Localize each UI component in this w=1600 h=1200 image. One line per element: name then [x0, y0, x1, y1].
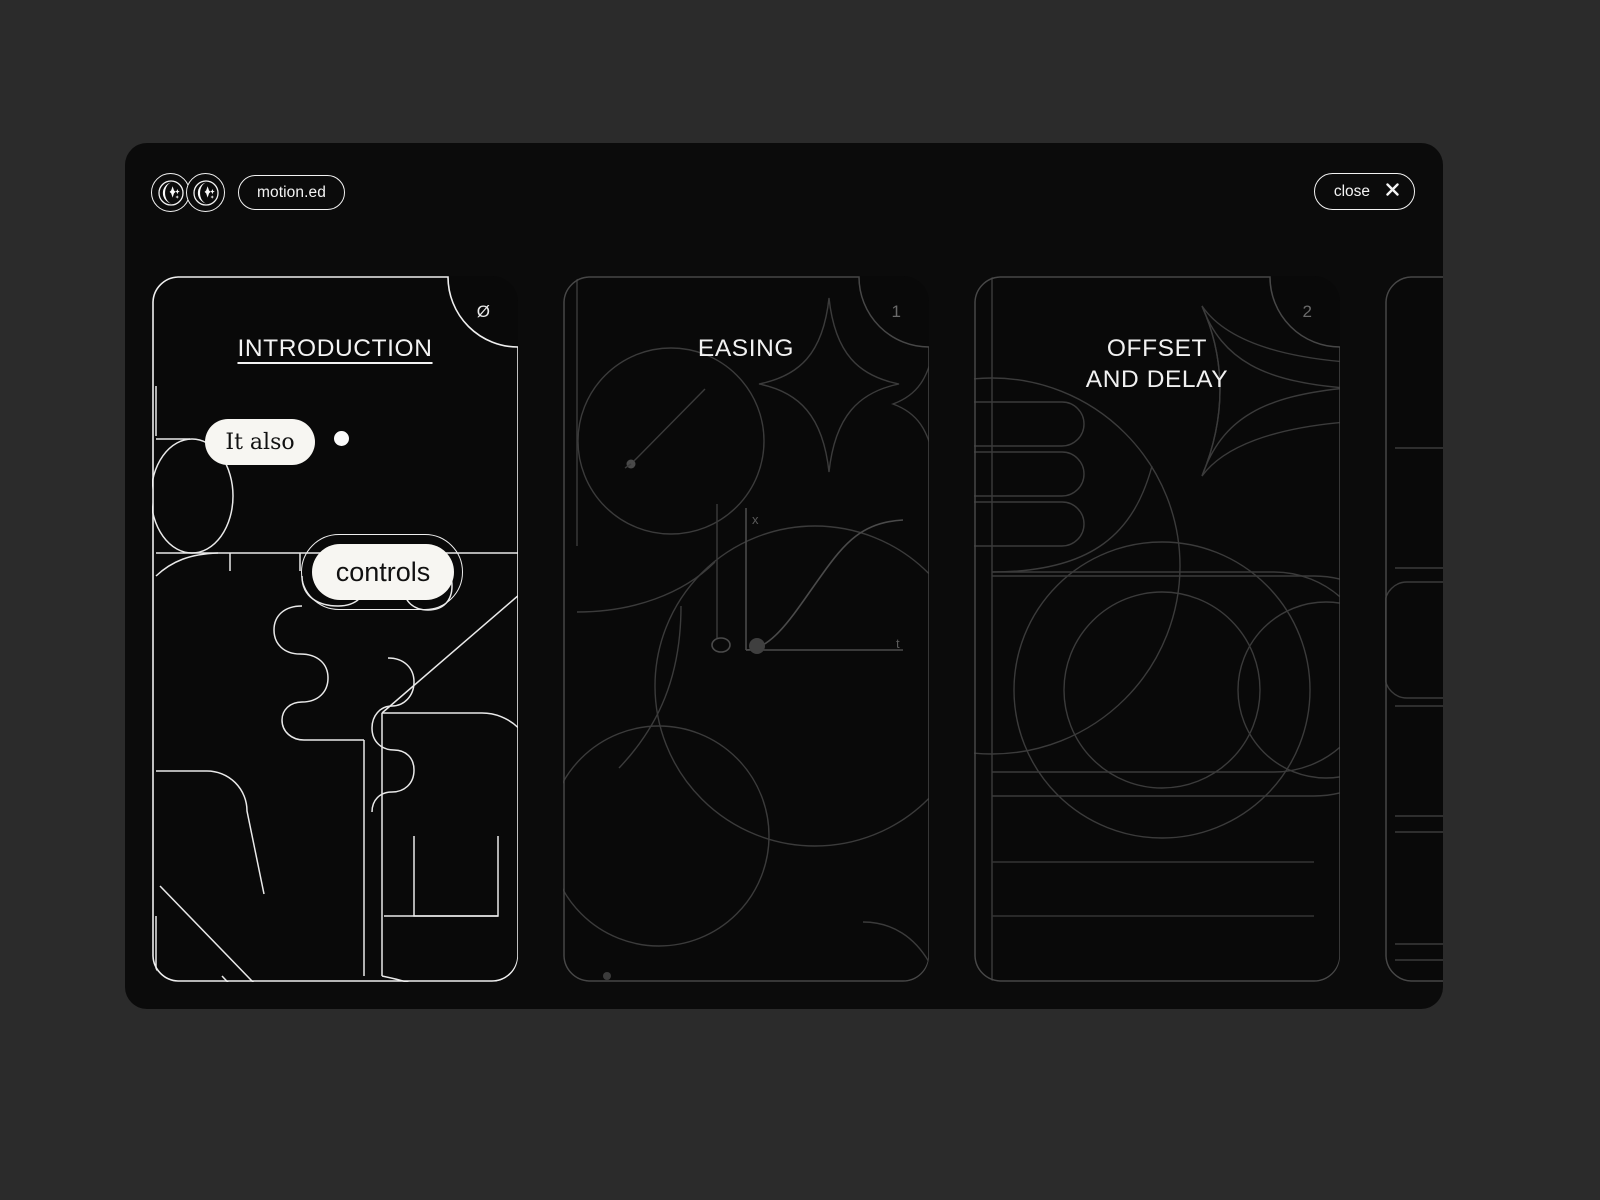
- brand-label: motion.ed: [257, 183, 326, 201]
- lesson-card-introduction[interactable]: It also controls INTRODUCTION Ø: [152, 276, 518, 982]
- annotation-text: It also: [225, 429, 295, 455]
- card-frame: [563, 276, 929, 982]
- annotation-text: controls: [335, 556, 431, 587]
- lesson-card-rail[interactable]: It also controls INTRODUCTION Ø x t EASI…: [152, 276, 1443, 996]
- lesson-card-easing[interactable]: x t EASING 1: [563, 276, 929, 982]
- card-title-line-2: AND DELAY: [1085, 366, 1229, 393]
- lesson-card-next[interactable]: [1385, 276, 1443, 982]
- close-label: close: [1333, 182, 1370, 200]
- close-icon: [1386, 182, 1399, 201]
- card-title-line-1: OFFSET: [1106, 335, 1208, 362]
- card-number-1: 1: [891, 302, 901, 321]
- modal-panel: motion.ed close It also controls INTRODU…: [125, 143, 1443, 1009]
- card-title-introduction: INTRODUCTION: [237, 335, 433, 362]
- card-number-2: 2: [1302, 302, 1312, 321]
- brand-title-pill[interactable]: motion.ed: [238, 175, 345, 210]
- moon-sparkle-icon-secondary[interactable]: [186, 173, 225, 212]
- card-title-offset-and-delay: OFFSET AND DELAY: [974, 333, 1340, 395]
- card-number-0: Ø: [476, 302, 490, 321]
- annotation-pill-it-also: It also: [205, 419, 315, 465]
- card-frame: [1385, 276, 1443, 982]
- moon-sparkle-icon[interactable]: [151, 173, 190, 212]
- lesson-card-offset-and-delay[interactable]: OFFSET AND DELAY 2: [974, 276, 1340, 982]
- close-button[interactable]: close: [1313, 173, 1415, 210]
- brand-group[interactable]: motion.ed: [151, 173, 345, 212]
- card-frame: [152, 276, 518, 982]
- annotation-pill-controls: controls: [312, 544, 454, 600]
- app-root: motion.ed close It also controls INTRODU…: [0, 0, 1600, 1200]
- top-bar: motion.ed close: [125, 143, 1443, 243]
- motion-dot: [334, 431, 349, 446]
- card-title-easing: EASING: [697, 335, 795, 362]
